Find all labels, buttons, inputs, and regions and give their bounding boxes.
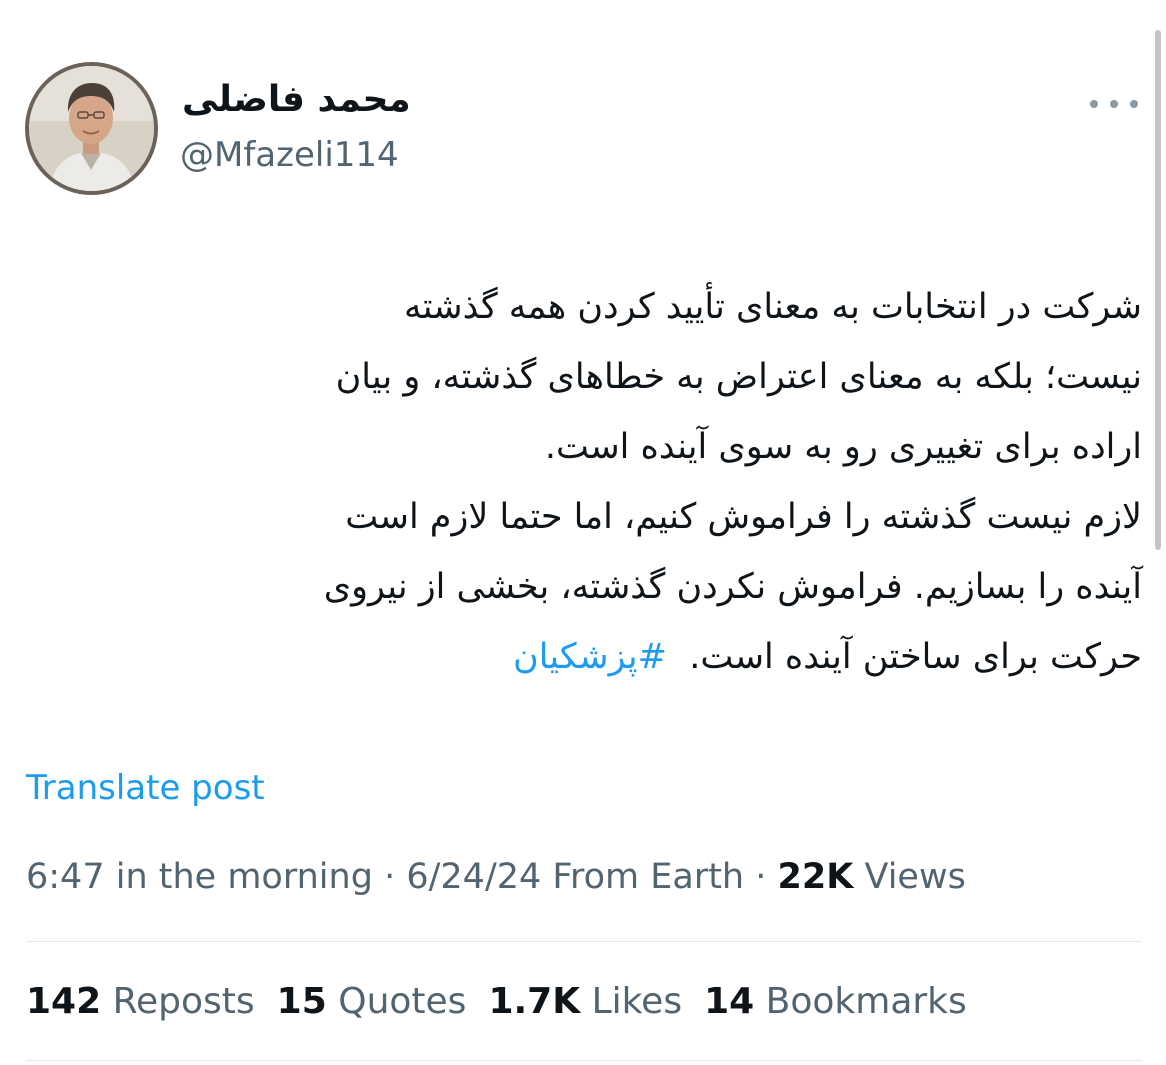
tweet-metadata: 6:47 in the morning · 6/24/24 From Earth… xyxy=(26,856,966,898)
hashtag-link[interactable]: #پزشکیان xyxy=(513,637,667,677)
divider xyxy=(26,941,1142,942)
tweet-line: آینده را بسازیم. فراموش نکردن گذشته، بخش… xyxy=(323,567,1142,607)
reposts-stat[interactable]: 142 Reposts xyxy=(26,980,255,1023)
reposts-count: 142 xyxy=(26,981,102,1022)
meta-separator: · xyxy=(384,857,396,897)
quotes-count: 15 xyxy=(276,981,327,1022)
likes-label: Likes xyxy=(591,981,683,1022)
tweet-line: شرکت در انتخابات به معنای تأیید کردن همه… xyxy=(403,287,1142,327)
engagement-stats: 142 Reposts 15 Quotes 1.7K Likes 14 Bookmar… xyxy=(26,980,989,1023)
meta-separator: · xyxy=(755,857,767,897)
views-count: 22K xyxy=(777,857,854,897)
more-horizontal-icon xyxy=(1110,100,1118,108)
tweet-line-text: حرکت برای ساختن آینده است. xyxy=(689,637,1142,677)
translate-post-link[interactable]: Translate post xyxy=(26,768,265,809)
tweet-text: شرکت در انتخابات به معنای تأیید کردن همه… xyxy=(26,272,1142,692)
scrollbar[interactable] xyxy=(1155,30,1161,550)
more-options-button[interactable] xyxy=(1090,92,1138,116)
avatar[interactable] xyxy=(25,62,158,195)
tweet-line: اراده برای تغییری رو به سوی آینده است. xyxy=(544,427,1142,467)
divider xyxy=(26,1060,1142,1061)
tweet-line-last: حرکت برای ساختن آینده است. #پزشکیان xyxy=(26,622,1142,692)
tweet-time[interactable]: 6:47 in the morning xyxy=(26,857,373,897)
display-name[interactable]: محمد فاضلی xyxy=(182,78,411,121)
bookmarks-count: 14 xyxy=(704,981,755,1022)
likes-stat[interactable]: 1.7K Likes xyxy=(488,980,682,1023)
quotes-label: Quotes xyxy=(338,981,467,1022)
bookmarks-label: Bookmarks xyxy=(765,981,967,1022)
bookmarks-stat[interactable]: 14 Bookmarks xyxy=(704,980,967,1023)
profile-photo xyxy=(29,66,154,191)
more-horizontal-icon xyxy=(1090,100,1098,108)
tweet-date[interactable]: 6/24/24 xyxy=(406,857,541,897)
quotes-stat[interactable]: 15 Quotes xyxy=(277,980,467,1023)
tweet-line: لازم نیست گذشته را فراموش کنیم، اما حتما… xyxy=(345,497,1142,537)
likes-count: 1.7K xyxy=(488,981,581,1022)
user-handle[interactable]: @Mfazeli114 xyxy=(180,135,399,176)
reposts-label: Reposts xyxy=(112,981,255,1022)
tweet-source: From Earth xyxy=(552,857,745,897)
more-horizontal-icon xyxy=(1130,100,1138,108)
tweet-line: نیست؛ بلکه به معنای اعتراض به خطاهای گذش… xyxy=(335,357,1142,397)
views-label: Views xyxy=(864,857,966,897)
